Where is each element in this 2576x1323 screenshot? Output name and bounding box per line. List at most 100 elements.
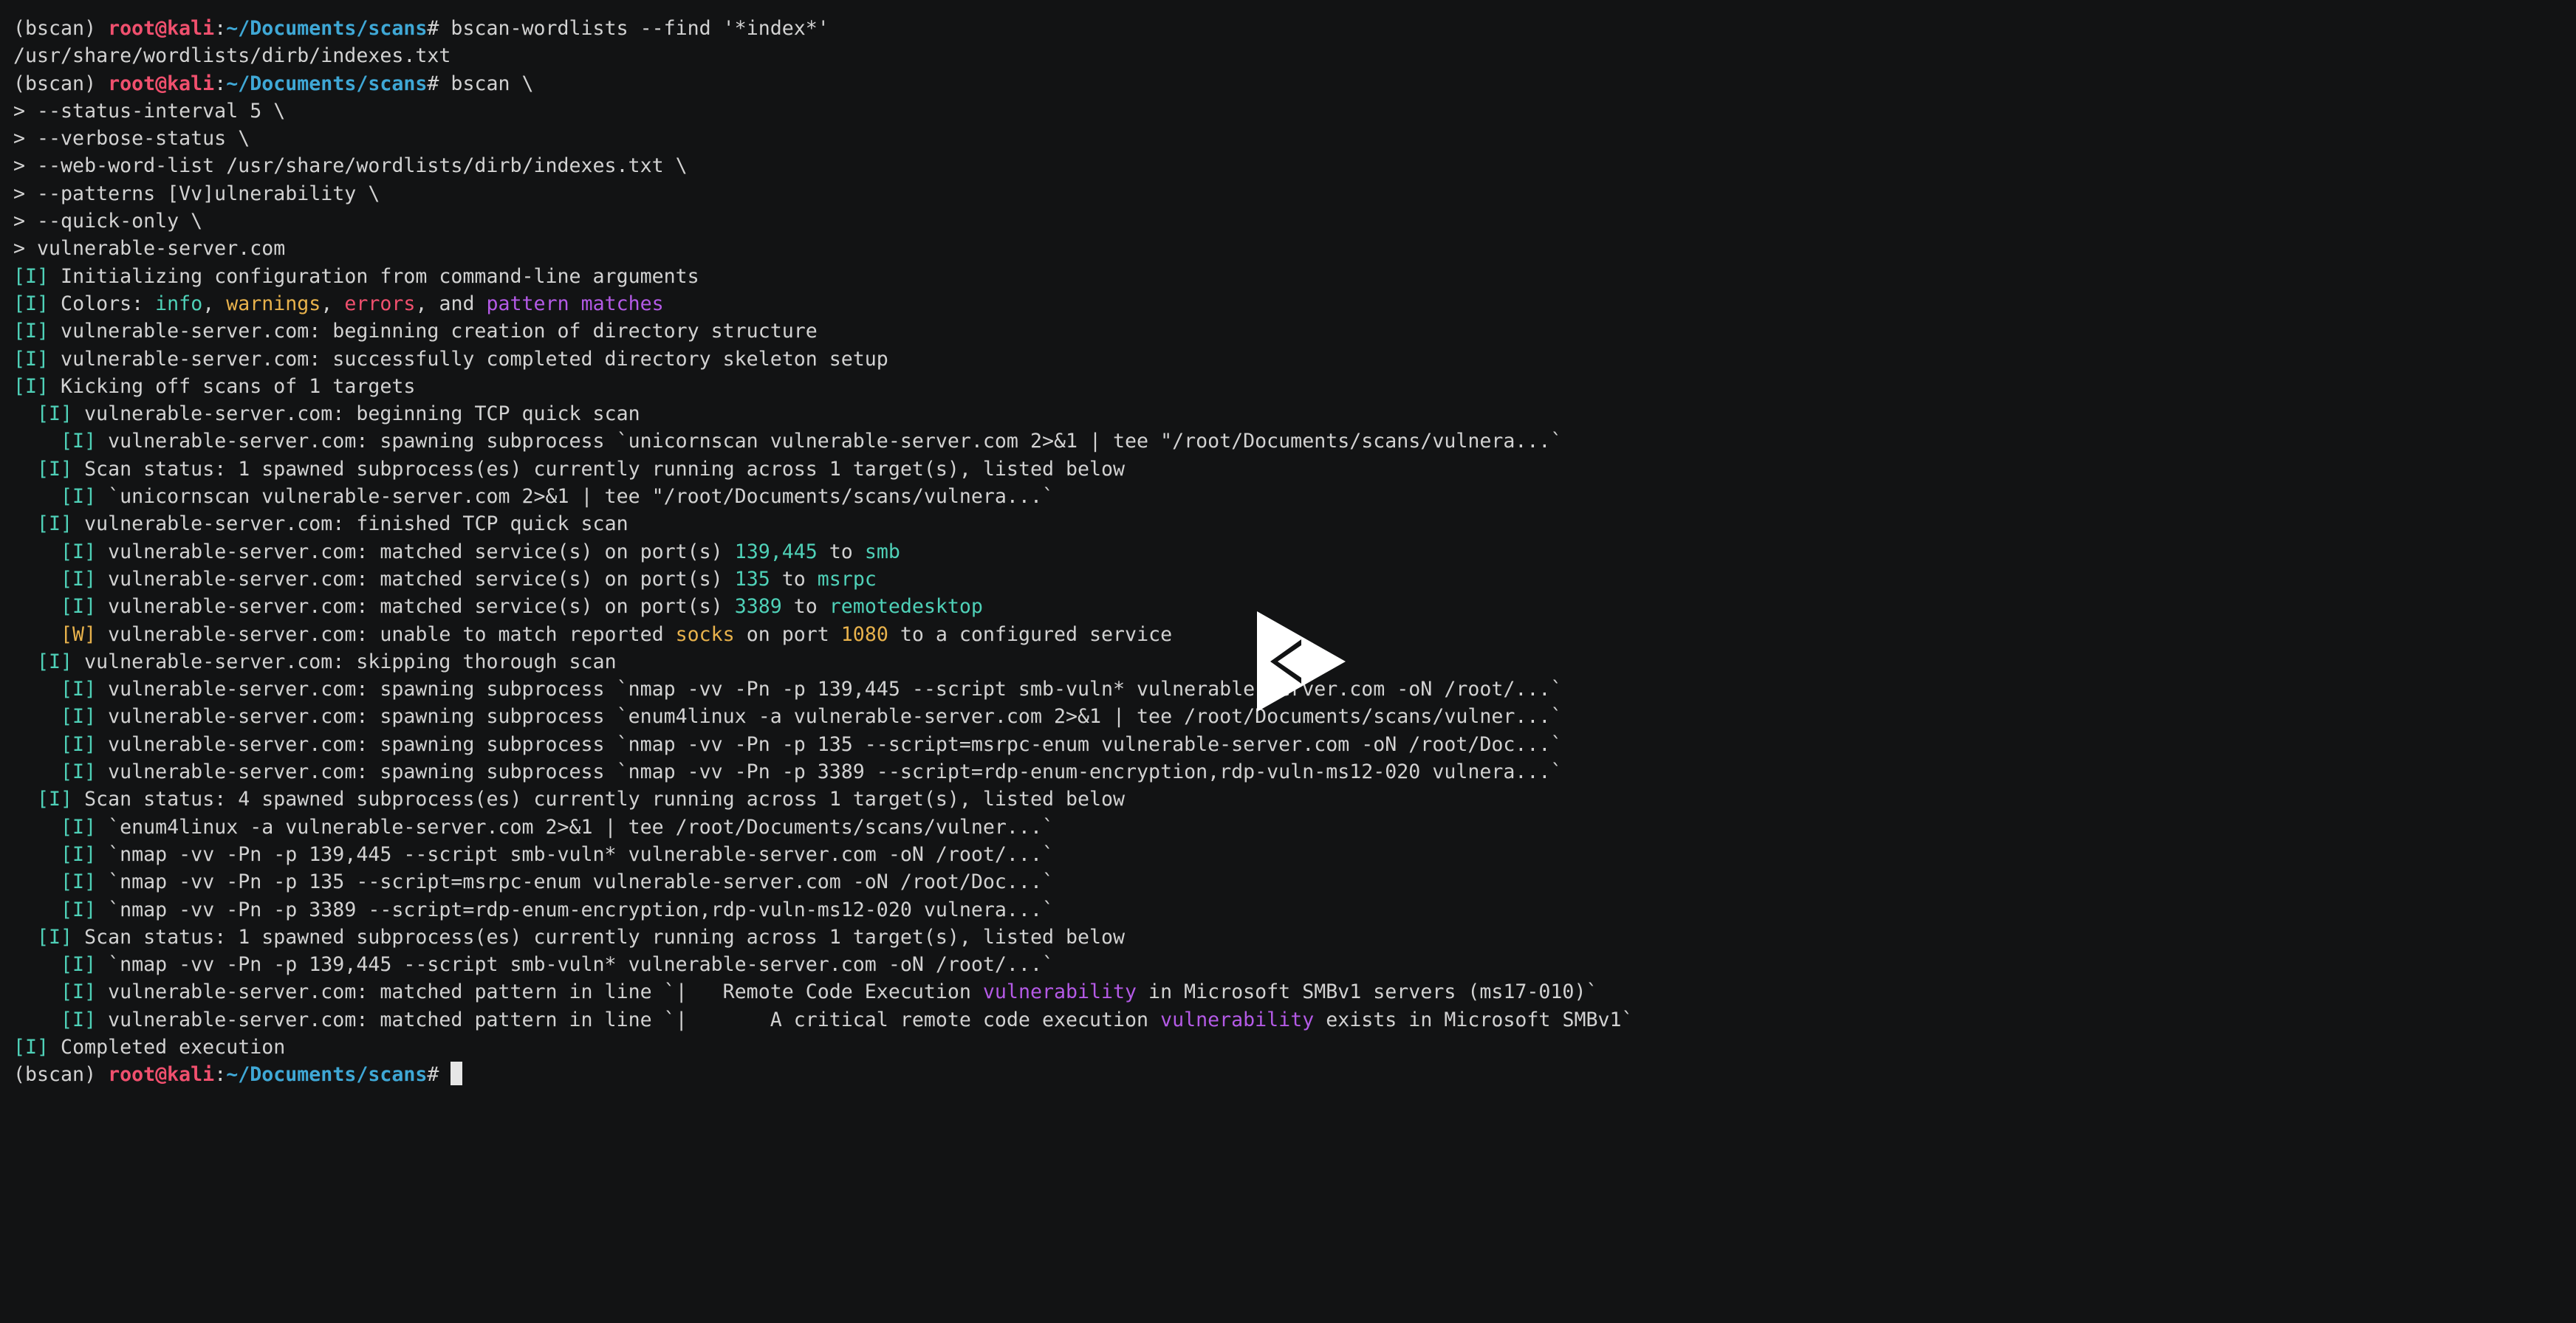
info-tag: [I]	[61, 430, 97, 453]
log-line: [I] vulnerable-server.com: successfully …	[13, 346, 2561, 373]
info-tag: [I]	[37, 402, 73, 426]
command-continuation-line: > --verbose-status \	[13, 125, 2561, 152]
log-line: [I] Scan status: 1 spawned subprocess(es…	[13, 924, 2561, 951]
text-segment: pattern matches	[486, 292, 664, 315]
text-segment: ,	[321, 292, 345, 315]
text-segment: vulnerable-server.com: finished TCP quic…	[72, 512, 628, 536]
log-line: [I] Initializing configuration from comm…	[13, 263, 2561, 290]
text-segment	[13, 733, 61, 756]
text-segment: # bscan \	[427, 72, 534, 95]
text-segment: vulnerable-server.com: matched service(s…	[96, 567, 735, 591]
text-segment: vulnerable-server.com: skipping thorough…	[72, 650, 617, 673]
text-segment: > --patterns [Vv]ulnerability \	[13, 182, 380, 205]
text-segment	[13, 650, 37, 673]
text-segment: vulnerable-server.com: successfully comp…	[49, 347, 888, 371]
info-tag: [I]	[37, 925, 73, 949]
text-segment: exists in Microsoft SMBv1`	[1314, 1008, 1634, 1031]
text-segment: msrpc	[817, 567, 877, 591]
text-segment	[13, 898, 61, 921]
prompt-path: ~/Documents/scans	[226, 17, 428, 40]
play-logo-icon[interactable]	[1256, 610, 1347, 713]
text-segment	[13, 816, 61, 839]
text-segment	[13, 485, 61, 508]
text-segment: vulnerable-server.com: beginning creatio…	[49, 320, 818, 343]
text-segment: in Microsoft SMBv1 servers (ms17-010)`	[1137, 980, 1598, 1004]
prompt-user-host: root@kali	[108, 17, 215, 40]
info-tag: [I]	[61, 870, 97, 894]
text-segment: to a configured service	[888, 622, 1173, 646]
text-segment: > vulnerable-server.com	[13, 237, 286, 261]
text-segment	[13, 980, 61, 1003]
text-segment: `nmap -vv -Pn -p 135 --script=msrpc-enum…	[96, 870, 1054, 894]
prompt-line: (bscan) root@kali:~/Documents/scans# bsc…	[13, 70, 2561, 97]
log-line: [I] vulnerable-server.com: beginning TCP…	[13, 400, 2561, 427]
text-segment: 1080	[840, 622, 888, 646]
log-line: [I] Scan status: 4 spawned subprocess(es…	[13, 786, 2561, 813]
info-tag: [I]	[61, 953, 97, 977]
text-segment: Scan status: 1 spawned subprocess(es) cu…	[72, 457, 1126, 481]
text-segment: (bscan)	[13, 72, 109, 95]
log-line: [I] vulnerable-server.com: matched servi…	[13, 538, 2561, 566]
text-segment: `unicornscan vulnerable-server.com 2>&1 …	[96, 485, 1054, 509]
text-segment	[13, 540, 61, 563]
text-segment	[13, 430, 61, 453]
command-continuation-line: > --quick-only \	[13, 207, 2561, 235]
terminal-output[interactable]: (bscan) root@kali:~/Documents/scans# bsc…	[13, 15, 2561, 1089]
text-segment: vulnerable-server.com: spawning subproce…	[96, 732, 1563, 756]
text-segment: /usr/share/wordlists/dirb/indexes.txt	[13, 44, 451, 68]
info-tag: [I]	[13, 374, 49, 398]
info-tag: [I]	[61, 760, 97, 784]
text-segment	[13, 595, 61, 618]
log-line: [I] Completed execution	[13, 1034, 2561, 1061]
log-line: [I] Kicking off scans of 1 targets	[13, 373, 2561, 400]
text-segment: 135	[734, 567, 770, 591]
text-segment: :	[214, 72, 227, 95]
text-segment: > --quick-only \	[13, 210, 203, 233]
text-segment: vulnerable-server.com: matched service(s…	[96, 595, 735, 619]
text-segment: info	[155, 292, 203, 315]
text-segment: ,	[202, 292, 227, 315]
text-segment: to	[781, 595, 829, 619]
text-segment	[13, 926, 37, 949]
command-continuation-line: > --web-word-list /usr/share/wordlists/d…	[13, 152, 2561, 179]
text-segment	[13, 760, 61, 783]
info-tag: [I]	[13, 292, 49, 315]
text-segment: 3389	[734, 595, 782, 619]
text-segment: vulnerable-server.com: matched service(s…	[96, 540, 735, 563]
text-segment: , and	[415, 292, 487, 315]
text-segment: on port	[734, 622, 841, 646]
log-line: [I] vulnerable-server.com: spawning subp…	[13, 731, 2561, 758]
log-line: [I] Scan status: 1 spawned subprocess(es…	[13, 456, 2561, 483]
text-segment: Kicking off scans of 1 targets	[49, 374, 416, 398]
log-line: [I] vulnerable-server.com: spawning subp…	[13, 758, 2561, 786]
text-segment: #	[427, 1063, 451, 1087]
text-segment: vulnerable-server.com: beginning TCP qui…	[72, 402, 640, 426]
text-segment: socks	[675, 622, 735, 646]
text-segment	[13, 705, 61, 728]
text-segment: # bscan-wordlists --find '*index*'	[427, 17, 829, 40]
text-segment	[13, 458, 37, 481]
log-line: [I] vulnerable-server.com: matched patte…	[13, 1006, 2561, 1034]
log-line: [I] vulnerable-server.com: matched patte…	[13, 978, 2561, 1006]
log-line: [I] `nmap -vv -Pn -p 135 --script=msrpc-…	[13, 868, 2561, 896]
text-segment: `nmap -vv -Pn -p 139,445 --script smb-vu…	[96, 953, 1054, 977]
text-segment	[13, 402, 37, 425]
info-tag: [I]	[61, 540, 97, 563]
text-segment: smb	[864, 540, 900, 563]
text-segment: > --verbose-status \	[13, 127, 250, 151]
info-tag: [I]	[61, 842, 97, 866]
text-segment: vulnerable-server.com: matched pattern i…	[96, 980, 983, 1004]
text-segment	[13, 568, 61, 591]
prompt-line: (bscan) root@kali:~/Documents/scans# bsc…	[13, 15, 2561, 42]
text-segment: vulnerable-server.com: unable to match r…	[96, 622, 676, 646]
prompt-path: ~/Documents/scans	[226, 72, 428, 95]
log-line: [I] vulnerable-server.com: matched servi…	[13, 566, 2561, 593]
text-segment: Colors:	[49, 292, 156, 315]
text-segment: 139,445	[734, 540, 818, 563]
log-line: [I] `nmap -vv -Pn -p 139,445 --script sm…	[13, 841, 2561, 868]
log-line: [I] `enum4linux -a vulnerable-server.com…	[13, 814, 2561, 841]
text-segment: Initializing configuration from command-…	[49, 264, 699, 288]
text-segment: Scan status: 4 spawned subprocess(es) cu…	[72, 788, 1126, 811]
info-tag: [I]	[61, 898, 97, 921]
warning-tag: [W]	[61, 622, 97, 646]
